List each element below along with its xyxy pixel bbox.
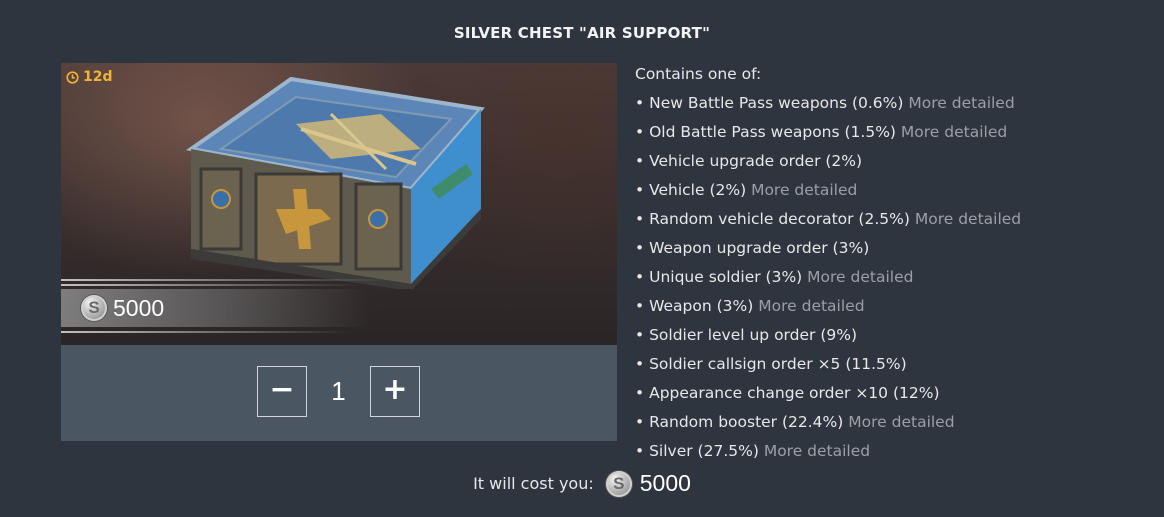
total-cost: It will cost you: S 5000 bbox=[0, 470, 1164, 497]
list-item: • Weapon (3%) More detailed bbox=[635, 295, 1155, 324]
page-title: SILVER CHEST "AIR SUPPORT" bbox=[453, 24, 711, 42]
bullet: • bbox=[635, 326, 645, 344]
item-label: Vehicle upgrade order (2%) bbox=[649, 152, 863, 170]
contents-header: Contains one of: bbox=[635, 65, 762, 83]
list-item: • Soldier level up order (9%) bbox=[635, 324, 1155, 353]
list-item: • Vehicle upgrade order (2%) bbox=[635, 150, 1155, 179]
price-display: S 5000 bbox=[61, 289, 371, 327]
list-item: • Unique soldier (3%) More detailed bbox=[635, 266, 1155, 295]
list-item: • Silver (27.5%) More detailed bbox=[635, 440, 1155, 469]
bullet: • bbox=[635, 123, 645, 141]
timer-text: 12d bbox=[83, 69, 113, 85]
clock-icon bbox=[66, 70, 79, 84]
divider bbox=[61, 279, 391, 281]
total-value: 5000 bbox=[639, 470, 691, 496]
bullet: • bbox=[635, 355, 645, 373]
divider bbox=[61, 284, 361, 286]
bullet: • bbox=[635, 94, 645, 112]
quantity-value: 1 bbox=[331, 376, 346, 406]
item-label: Appearance change order ×10 (12%) bbox=[649, 384, 940, 402]
timer-badge: 12d bbox=[66, 69, 113, 85]
bullet: • bbox=[635, 442, 645, 460]
list-item: • Weapon upgrade order (3%) bbox=[635, 237, 1155, 266]
bullet: • bbox=[635, 181, 645, 199]
item-label: Soldier level up order (9%) bbox=[649, 326, 858, 344]
bullet: • bbox=[635, 152, 645, 170]
item-label: Random vehicle decorator (2.5%) bbox=[649, 210, 910, 228]
item-label: Old Battle Pass weapons (1.5%) bbox=[649, 123, 896, 141]
item-label: Soldier callsign order ×5 (11.5%) bbox=[649, 355, 907, 373]
more-detailed-link[interactable]: More detailed bbox=[807, 268, 913, 286]
price-value: 5000 bbox=[113, 294, 165, 321]
chest-purchase-dialog: SILVER CHEST "AIR SUPPORT" 12d S 5000 − … bbox=[0, 0, 1164, 517]
list-item: • Appearance change order ×10 (12%) bbox=[635, 382, 1155, 411]
more-detailed-link[interactable]: More detailed bbox=[758, 297, 864, 315]
list-item: • New Battle Pass weapons (0.6%) More de… bbox=[635, 92, 1155, 121]
bullet: • bbox=[635, 210, 645, 228]
quantity-selector: − 1 + bbox=[61, 345, 617, 441]
list-item: • Vehicle (2%) More detailed bbox=[635, 179, 1155, 208]
more-detailed-link[interactable]: More detailed bbox=[848, 413, 954, 431]
chest-preview: 12d S 5000 bbox=[61, 63, 617, 345]
list-item: • Soldier callsign order ×5 (11.5%) bbox=[635, 353, 1155, 382]
more-detailed-link[interactable]: More detailed bbox=[915, 210, 1021, 228]
list-item: • Old Battle Pass weapons (1.5%) More de… bbox=[635, 121, 1155, 150]
item-label: Random booster (22.4%) bbox=[649, 413, 844, 431]
bullet: • bbox=[635, 239, 645, 257]
price-banner: S 5000 bbox=[61, 279, 401, 335]
silver-coin-icon: S bbox=[81, 295, 107, 321]
item-label: Vehicle (2%) bbox=[649, 181, 747, 199]
divider bbox=[61, 331, 351, 333]
bullet: • bbox=[635, 384, 645, 402]
more-detailed-link[interactable]: More detailed bbox=[764, 442, 870, 460]
total-label: It will cost you: bbox=[473, 474, 594, 493]
bullet: • bbox=[635, 413, 645, 431]
item-label: Unique soldier (3%) bbox=[649, 268, 803, 286]
bullet: • bbox=[635, 297, 645, 315]
item-label: Weapon upgrade order (3%) bbox=[649, 239, 870, 257]
decrease-quantity-button[interactable]: − bbox=[257, 366, 307, 417]
item-label: Weapon (3%) bbox=[649, 297, 754, 315]
more-detailed-link[interactable]: More detailed bbox=[908, 94, 1014, 112]
more-detailed-link[interactable]: More detailed bbox=[751, 181, 857, 199]
chest-image bbox=[185, 76, 485, 289]
bullet: • bbox=[635, 268, 645, 286]
list-item: • Random vehicle decorator (2.5%) More d… bbox=[635, 208, 1155, 237]
chest-contents-list: Contains one of: • New Battle Pass weapo… bbox=[635, 63, 1155, 469]
list-item: • Random booster (22.4%) More detailed bbox=[635, 411, 1155, 440]
increase-quantity-button[interactable]: + bbox=[370, 366, 420, 417]
more-detailed-link[interactable]: More detailed bbox=[901, 123, 1007, 141]
item-label: Silver (27.5%) bbox=[649, 442, 759, 460]
item-label: New Battle Pass weapons (0.6%) bbox=[649, 94, 904, 112]
silver-coin-icon: S bbox=[605, 470, 632, 497]
